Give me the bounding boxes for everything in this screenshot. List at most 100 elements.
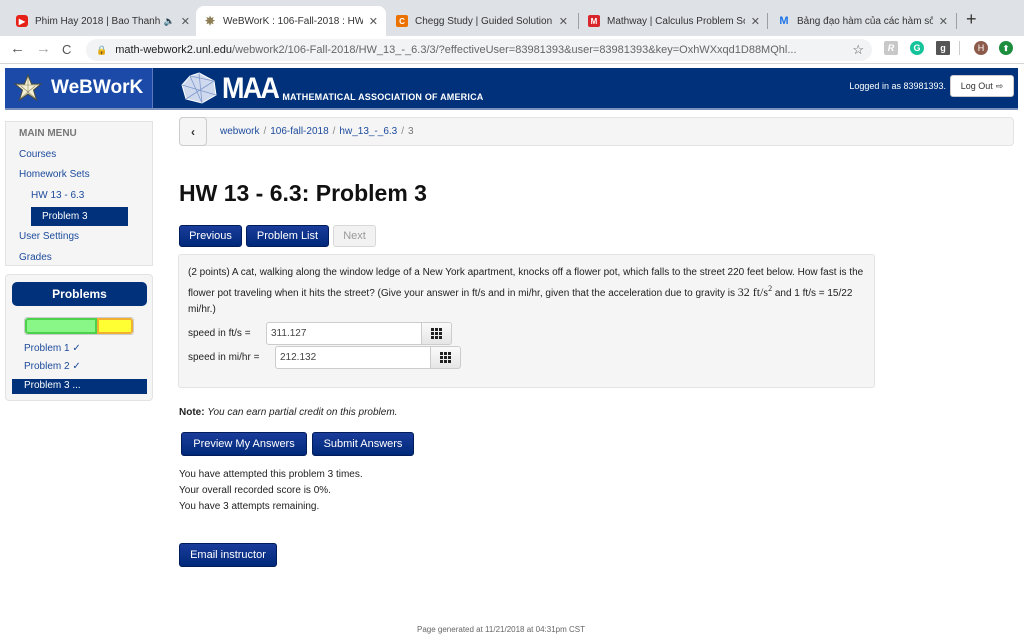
breadcrumb-separator: / [332, 126, 336, 137]
tab-title: Phim Hay 2018 | Bao Thanh [35, 15, 160, 27]
main-menu: MAIN MENU Courses Homework Sets HW 13 - … [5, 121, 153, 266]
progress-correct-segment [25, 318, 98, 334]
browser-toolbar: ← → C 🔒 math-webwork2.unl.edu/webwork2/1… [0, 36, 1024, 64]
close-tab-icon[interactable]: ✕ [939, 15, 948, 28]
answer-2-label: speed in mi/hr = [188, 352, 260, 363]
tab-title: Chegg Study | Guided Solution [415, 15, 553, 27]
problem-statement: (2 points) A cat, walking along the wind… [188, 265, 868, 318]
page-title: HW 13 - 6.3: Problem 3 [179, 180, 427, 206]
breadcrumb-set[interactable]: hw_13_-_6.3 [339, 126, 397, 137]
sidebar-item-hw-set[interactable]: HW 13 - 6.3 [31, 190, 84, 201]
keypad-icon [431, 328, 442, 339]
new-tab-button[interactable]: + [966, 9, 977, 30]
attempts-text: You have attempted this problem 3 times. [179, 469, 363, 480]
logout-label: Log Out [960, 81, 993, 91]
breadcrumb-course[interactable]: 106-fall-2018 [270, 126, 328, 137]
remaining-text: You have 3 attempts remaining. [179, 501, 320, 512]
url-host: math-webwork2.unl.edu [115, 44, 233, 56]
breadcrumb-webwork[interactable]: webwork [220, 126, 259, 137]
webwork-star-icon [13, 73, 43, 102]
chegg-icon: C [396, 15, 408, 27]
webwork-logo[interactable]: WeBWorK [5, 68, 153, 108]
tab-separator [956, 13, 957, 29]
maa-short-text: MAA [222, 72, 280, 105]
logout-button[interactable]: Log Out ⇨ [950, 75, 1014, 97]
logged-in-text: Logged in as 83981393. [849, 81, 946, 91]
tab-separator [578, 13, 579, 29]
webwork-logo-text: WeBWorK [51, 77, 144, 98]
problem-list-item-2[interactable]: Problem 2 ✓ [24, 361, 81, 372]
keypad-icon [440, 352, 451, 363]
answer-2-input[interactable]: 212.132 [275, 346, 431, 369]
email-instructor-button[interactable]: Email instructor [179, 543, 277, 567]
breadcrumb: ‹ webwork/106-fall-2018/hw_13_-_6.3/3 [179, 117, 1014, 146]
note-label: Note: [179, 407, 205, 418]
note-text: You can earn partial credit on this prob… [207, 407, 398, 418]
toolbar-divider [959, 41, 960, 55]
browser-tab-bang-dao-ham[interactable]: M Bảng đạo hàm của các hàm số ✕ [770, 6, 956, 36]
close-tab-icon[interactable]: ✕ [751, 15, 760, 28]
breadcrumb-back-button[interactable]: ‹ [179, 117, 207, 146]
speaker-icon[interactable]: 🔈 [164, 16, 175, 27]
tab-separator [767, 13, 768, 29]
progress-incomplete-segment [97, 318, 133, 334]
youtube-icon: ▶ [16, 15, 28, 27]
url-path: /webwork2/106-Fall-2018/HW_13_-_6.3/3/?e… [232, 44, 797, 56]
webwork-icon: ✵ [204, 14, 216, 28]
webwork-header: WeBWorK MAA MATHEMATICAL ASSOCIATION OF … [5, 68, 1018, 110]
mathway-icon: M [588, 15, 600, 27]
previous-button[interactable]: Previous [179, 225, 242, 247]
tab-title: Bảng đạo hàm của các hàm số [797, 15, 933, 27]
sidebar-item-courses[interactable]: Courses [19, 149, 56, 160]
breadcrumb-separator: / [401, 126, 405, 137]
profile-avatar[interactable]: H [974, 41, 988, 55]
sidebar-item-problem-3[interactable]: Problem 3 [31, 207, 128, 226]
breadcrumb-current: 3 [408, 126, 414, 137]
sidebar-item-grades[interactable]: Grades [19, 252, 52, 263]
browser-tab-youtube[interactable]: ▶ Phim Hay 2018 | Bao Thanh 🔈 ✕ [8, 6, 198, 36]
problems-heading: Problems [12, 282, 147, 306]
maa-full-text: MATHEMATICAL ASSOCIATION OF AMERICA [282, 92, 484, 102]
r-extension-icon[interactable]: R [884, 41, 898, 55]
breadcrumb-trail: webwork/106-fall-2018/hw_13_-_6.3/3 [220, 126, 414, 137]
bookmark-star-icon[interactable]: ☆ [852, 42, 864, 58]
logout-icon: ⇨ [995, 80, 1004, 91]
problem-list-button[interactable]: Problem List [246, 225, 329, 247]
main-menu-title: MAIN MENU [19, 128, 77, 139]
close-tab-icon[interactable]: ✕ [181, 15, 190, 28]
tab-title: Mathway | Calculus Problem Sol [607, 15, 745, 27]
preview-answers-button[interactable]: Preview My Answers [181, 432, 307, 456]
gravity-math: 32 ft/s2 [737, 284, 772, 299]
answer-1-input[interactable]: 311.127 [266, 322, 422, 345]
reload-icon[interactable]: C [62, 42, 71, 57]
submit-answers-button[interactable]: Submit Answers [312, 432, 414, 456]
browser-tab-mathway[interactable]: M Mathway | Calculus Problem Sol ✕ [580, 6, 768, 36]
problems-panel: Problems Problem 1 ✓ Problem 2 ✓ Problem… [5, 274, 153, 401]
sidebar-item-homework-sets[interactable]: Homework Sets [19, 169, 90, 180]
browser-tab-bar: ▶ Phim Hay 2018 | Bao Thanh 🔈 ✕ ✵ WeBWor… [0, 0, 1024, 36]
close-tab-icon[interactable]: ✕ [559, 15, 568, 28]
browser-tab-chegg[interactable]: C Chegg Study | Guided Solution ✕ [388, 6, 576, 36]
close-tab-icon[interactable]: ✕ [369, 15, 378, 28]
answer-2-equation-editor-button[interactable] [430, 346, 461, 369]
answer-1-equation-editor-button[interactable] [421, 322, 452, 345]
breadcrumb-separator: / [263, 126, 267, 137]
forward-arrow-icon[interactable]: → [36, 40, 51, 57]
maa-logo[interactable]: MAA MATHEMATICAL ASSOCIATION OF AMERICA [180, 72, 483, 104]
problem-list-item-3[interactable]: Problem 3 ... [12, 379, 147, 394]
sidebar-item-user-settings[interactable]: User Settings [19, 231, 79, 242]
problem-list-item-1[interactable]: Problem 1 ✓ [24, 343, 81, 354]
grammarly-extension-icon[interactable]: G [910, 41, 924, 55]
g-extension-icon[interactable]: g [936, 41, 950, 55]
score-text: Your overall recorded score is 0%. [179, 485, 331, 496]
back-arrow-icon[interactable]: ← [10, 40, 25, 57]
url-bar[interactable]: 🔒 math-webwork2.unl.edu/webwork2/106-Fal… [86, 39, 872, 61]
answer-1-label: speed in ft/s = [188, 328, 251, 339]
problem-body: (2 points) A cat, walking along the wind… [178, 254, 875, 388]
maa-polyhedron-icon [181, 72, 217, 104]
browser-tab-webwork[interactable]: ✵ WeBWorK : 106-Fall-2018 : HW ✕ [196, 6, 386, 36]
progress-bar [24, 317, 134, 335]
gravity-value: 32 ft/s [737, 285, 769, 299]
next-button: Next [333, 225, 376, 247]
update-icon[interactable]: ⬆ [999, 41, 1013, 55]
